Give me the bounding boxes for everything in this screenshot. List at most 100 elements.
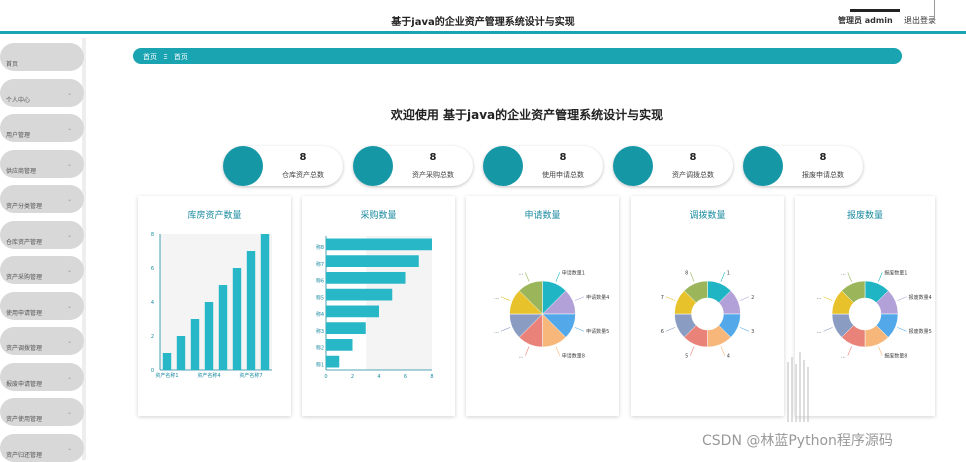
label-leader: [739, 327, 750, 332]
x-tick-label: 8: [430, 374, 433, 380]
top-header: 基于java的企业资产管理系统设计与实现 管理员 admin 退出登录: [0, 0, 966, 34]
sidebar-item-1[interactable]: 首页: [0, 43, 84, 71]
label-leader: [823, 327, 833, 332]
label-leader: [525, 272, 530, 282]
y-tick-label: 称2: [316, 345, 324, 352]
slice-label: 申请数量5: [586, 328, 609, 335]
label-leader: [500, 296, 511, 301]
sidebar: 首页 个人中心 ⌄ 用户管理 ⌄ 供应商管理 ⌄ 资产分类管理 ⌄ 仓库资产管理 ⌄ 资产采购管理 ⌄ 使…: [0, 38, 86, 462]
label-leader: [574, 327, 585, 332]
slice-label: 2: [751, 295, 754, 301]
app-title: 基于java的企业资产管理系统设计与实现: [391, 17, 575, 28]
chart-title: 调拨数量: [689, 211, 726, 221]
x-tick-label: 4: [377, 374, 380, 380]
slice-label: ...: [518, 354, 523, 360]
chevron-down-icon: ⌄: [66, 338, 72, 345]
stat-icon: [743, 146, 783, 186]
stat-value: 8: [429, 152, 437, 163]
slice-label: ...: [841, 270, 846, 276]
bar: [326, 339, 353, 351]
window-divider: [934, 0, 935, 20]
y-tick-label: 0: [151, 368, 154, 374]
label-leader: [690, 272, 695, 282]
y-tick-label: 称7: [316, 261, 324, 268]
slice-label: ...: [494, 329, 499, 335]
sidebar-item-4[interactable]: 供应商管理 ⌄: [0, 149, 84, 178]
chevron-down-icon: ⌄: [66, 302, 72, 310]
sidebar-item-2[interactable]: 个人中心 ⌄: [0, 78, 84, 107]
stat-label: 使用申请总数: [542, 171, 584, 179]
label-leader: [665, 296, 676, 301]
chart-card-2: 采购数量 称1 称2 称3 称4 称5 称6 称7 称8 0 2 4 6 8: [302, 196, 455, 416]
y-tick-label: 称8: [316, 244, 324, 251]
slice-label: 3: [751, 329, 754, 335]
label-leader: [720, 346, 725, 356]
sidebar-item-label: 供应商管理: [6, 167, 37, 175]
slice-label: 7: [661, 295, 664, 301]
bar: [190, 319, 200, 370]
label-leader: [823, 296, 833, 301]
y-tick-label: 2: [151, 334, 154, 340]
slice-label: ...: [817, 329, 822, 335]
chart-2: 称1 称2 称3 称4 称5 称6 称7 称8 0 2 4 6 8: [316, 236, 434, 380]
stat-icon: [353, 146, 393, 186]
bar: [176, 336, 186, 370]
y-tick-label: 称1: [316, 361, 324, 368]
slice-label: ...: [494, 295, 499, 301]
sidebar-item-8[interactable]: 使用申请管理 ⌄: [0, 291, 84, 320]
sidebar-item-5[interactable]: 资产分类管理 ⌄: [0, 185, 84, 213]
sidebar-item-label: 资产归还管理: [6, 451, 43, 459]
slice-label: 申请数量1: [562, 269, 585, 276]
sidebar-item-label: 首页: [6, 61, 19, 68]
sidebar-item-label: 个人中心: [6, 96, 31, 104]
x-tick-label: 资产名称7: [239, 372, 262, 379]
stat-label: 仓库资产总数: [282, 171, 324, 179]
stat-value: 8: [299, 152, 307, 163]
chart-title: 库房资产数量: [187, 211, 242, 221]
slice-label: ...: [817, 295, 822, 301]
chart-title: 报废数量: [846, 211, 883, 221]
slice-label: 6: [661, 329, 664, 335]
stat-card-3: 8 使用申请总数: [483, 146, 603, 186]
logout-link[interactable]: 退出登录: [904, 15, 936, 26]
breadcrumb-home[interactable]: 首页: [143, 53, 157, 61]
stat-icon: [613, 146, 653, 186]
sidebar-item-label: 报废申请管理: [6, 380, 43, 388]
stat-value: 8: [559, 152, 567, 163]
bar: [246, 251, 256, 370]
label-leader: [897, 296, 907, 301]
slice-label: 报废数量5: [909, 328, 932, 335]
label-leader: [739, 296, 750, 301]
chevron-down-icon: ⌄: [66, 267, 72, 274]
breadcrumb-separator: Ξ: [163, 53, 168, 61]
slice-label: 5: [685, 354, 688, 360]
y-tick-label: 称4: [316, 311, 324, 318]
label-leader: [720, 272, 725, 282]
sidebar-item-12[interactable]: 资产归还管理 ⌄: [0, 433, 84, 462]
chevron-down-icon: ⌄: [66, 409, 72, 416]
y-tick-label: 称5: [316, 294, 324, 301]
chart-3: 申请数量1 申请数量4 申请数量5 申请数量8............: [494, 269, 609, 360]
label-leader: [574, 296, 585, 301]
stat-label: 资产采购总数: [412, 171, 454, 179]
x-tick-label: 资产名称4: [197, 372, 220, 379]
breadcrumb-current: 首页: [173, 53, 188, 61]
label-leader: [665, 327, 676, 332]
label-leader: [500, 327, 511, 332]
bar: [260, 234, 270, 370]
y-tick-label: 4: [151, 300, 154, 306]
sidebar-item-label: 资产采购管理: [6, 274, 43, 281]
chart-title: 采购数量: [360, 211, 397, 221]
slice-label: ...: [518, 270, 523, 276]
sidebar-item-label: 资产使用管理: [6, 416, 43, 423]
sidebar-item-9[interactable]: 资产调拨管理 ⌄: [0, 327, 84, 355]
sidebar-item-label: 用户管理: [6, 132, 31, 139]
sidebar-item-10[interactable]: 报废申请管理 ⌄: [0, 362, 84, 391]
chart-4: 1 2 3 4 5 6 7 8: [661, 270, 755, 360]
sidebar-item-11[interactable]: 资产使用管理 ⌄: [0, 398, 84, 426]
sidebar-item-7[interactable]: 资产采购管理 ⌄: [0, 256, 84, 284]
sidebar-item-6[interactable]: 仓库资产管理 ⌄: [0, 220, 84, 249]
x-tick-label: 6: [404, 374, 407, 380]
welcome-heading: 欢迎使用 基于java的企业资产管理系统设计与实现: [390, 108, 664, 122]
bar: [326, 272, 406, 284]
